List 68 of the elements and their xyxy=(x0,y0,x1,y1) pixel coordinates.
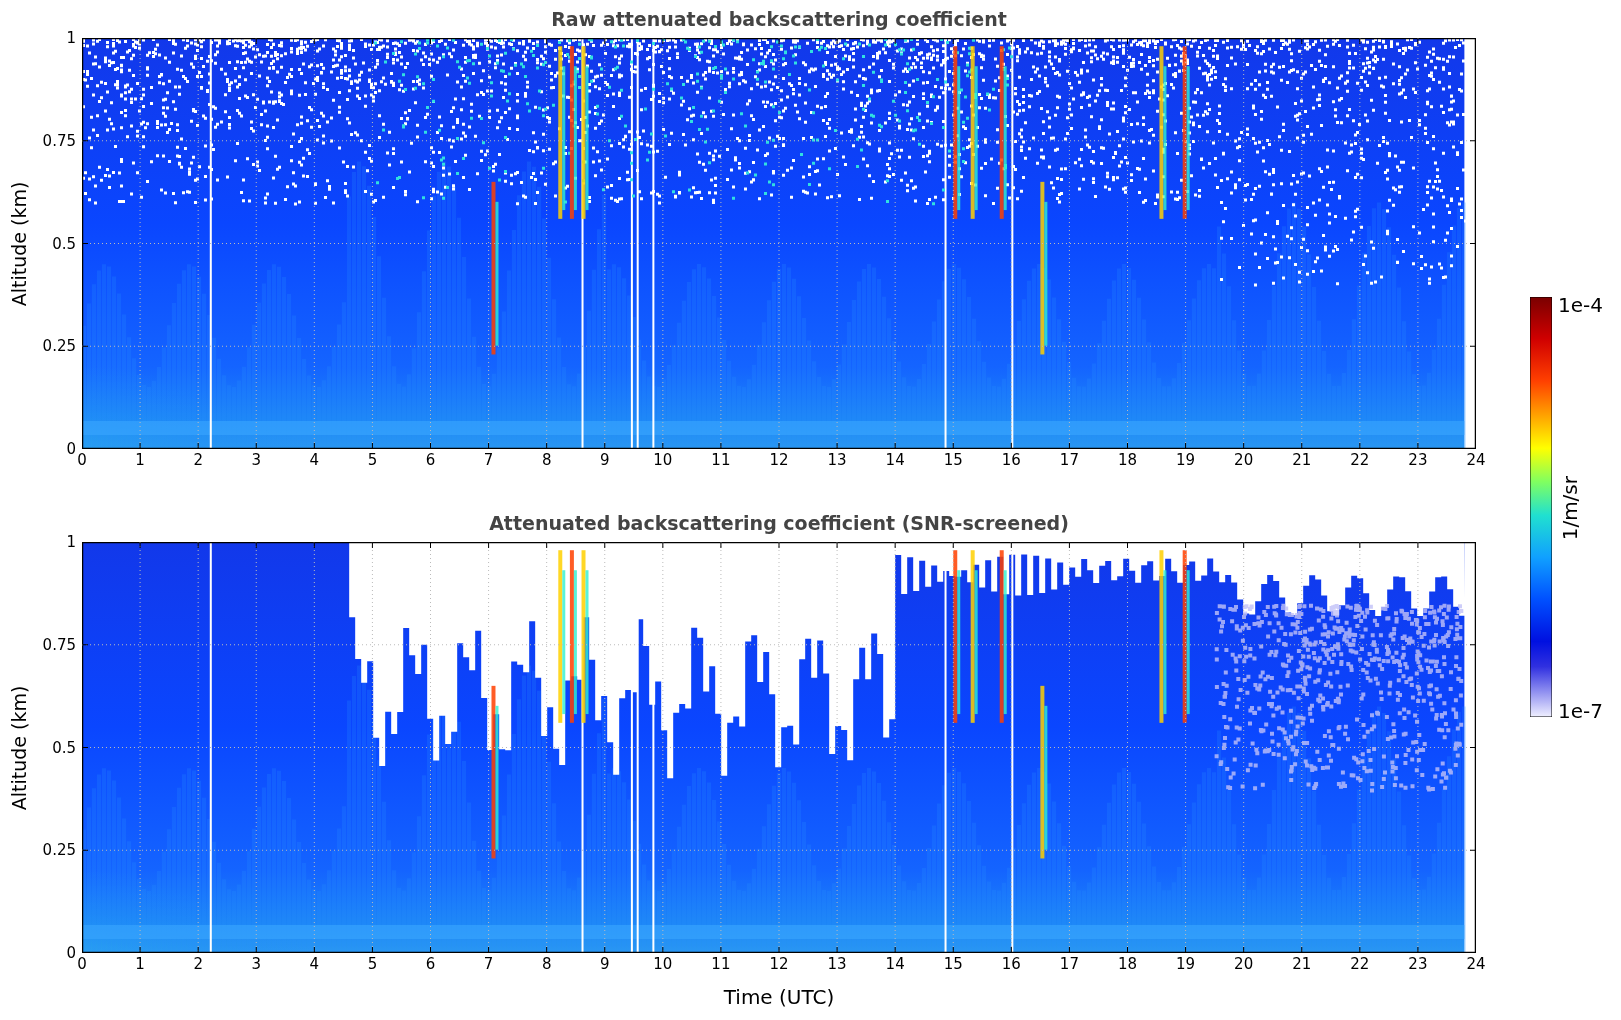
tick-label: 24 xyxy=(1466,955,1486,973)
tick-label: 14 xyxy=(885,955,905,973)
tick-label: 17 xyxy=(1059,451,1079,469)
tick-label: 8 xyxy=(541,451,552,469)
tick-label: 14 xyxy=(885,451,905,469)
tick-label: 4 xyxy=(309,451,320,469)
tick-label: 15 xyxy=(943,955,963,973)
chart-title: Raw attenuated backscattering coefficient xyxy=(551,8,1007,30)
tick-label: 0 xyxy=(66,440,76,458)
tick-label: 21 xyxy=(1292,955,1312,973)
tick-label: 0.25 xyxy=(42,337,76,356)
tick-label: 19 xyxy=(1176,451,1196,469)
chart-title: Attenuated backscattering coefficient (SNR-screened) xyxy=(489,512,1069,534)
tick-label: 0.75 xyxy=(42,131,76,150)
tick-label: 12 xyxy=(769,451,789,469)
tick-label: 22 xyxy=(1350,955,1370,973)
tick-label: 0.5 xyxy=(52,234,76,253)
tick-label: 10 xyxy=(653,955,673,973)
tick-label: 3 xyxy=(251,451,261,469)
axis-label: Time (UTC) xyxy=(723,985,835,1009)
tick-label: 13 xyxy=(827,955,847,973)
tick-label: 1 xyxy=(135,955,145,973)
tick-label: 17 xyxy=(1059,955,1079,973)
tick-label: 2 xyxy=(193,955,203,973)
tick-label: 20 xyxy=(1234,451,1254,469)
tick-label: 20 xyxy=(1234,955,1254,973)
tick-label: 18 xyxy=(1117,451,1138,469)
tick-label: 8 xyxy=(541,955,552,973)
tick-label: 1e-7 xyxy=(1558,699,1604,723)
tick-label: 1 xyxy=(66,29,76,47)
tick-label: 16 xyxy=(1001,451,1021,469)
tick-label: 10 xyxy=(653,451,673,469)
tick-label: 4 xyxy=(309,955,320,973)
tick-label: 19 xyxy=(1176,955,1196,973)
tick-label: 15 xyxy=(943,451,963,469)
tick-label: 1 xyxy=(66,533,76,551)
tick-label: 2 xyxy=(193,451,203,469)
tick-label: 24 xyxy=(1466,451,1486,469)
tick-label: 7 xyxy=(483,955,494,973)
axis-label: 1/m/sr xyxy=(1558,475,1582,541)
tick-label: 9 xyxy=(600,451,610,469)
tick-label: 0 xyxy=(77,955,87,973)
tick-label: 5 xyxy=(367,451,378,469)
tick-label: 0 xyxy=(77,451,87,469)
tick-label: 18 xyxy=(1117,955,1138,973)
tick-label: 12 xyxy=(769,955,789,973)
tick-label: 7 xyxy=(483,451,494,469)
tick-label: 23 xyxy=(1408,955,1428,973)
tick-label: 1e-4 xyxy=(1558,293,1604,317)
tick-label: 23 xyxy=(1408,451,1428,469)
tick-label: 16 xyxy=(1001,955,1021,973)
tick-label: 11 xyxy=(711,451,731,469)
tick-label: 0.5 xyxy=(52,738,76,757)
tick-label: 9 xyxy=(600,955,610,973)
tick-label: 1 xyxy=(135,451,145,469)
tick-label: 0.75 xyxy=(42,635,76,654)
tick-label: 0 xyxy=(66,944,76,962)
tick-label: 6 xyxy=(425,955,436,973)
tick-label: 6 xyxy=(425,451,436,469)
axis-label: Altitude (km) xyxy=(8,181,30,306)
tick-label: 3 xyxy=(251,955,261,973)
tick-label: 13 xyxy=(827,451,847,469)
tick-label: 5 xyxy=(367,955,378,973)
tick-label: 22 xyxy=(1350,451,1370,469)
axis-label: Altitude (km) xyxy=(8,685,30,810)
tick-label: 0.25 xyxy=(42,841,76,860)
tick-label: 21 xyxy=(1292,451,1312,469)
tick-label: 11 xyxy=(711,955,731,973)
